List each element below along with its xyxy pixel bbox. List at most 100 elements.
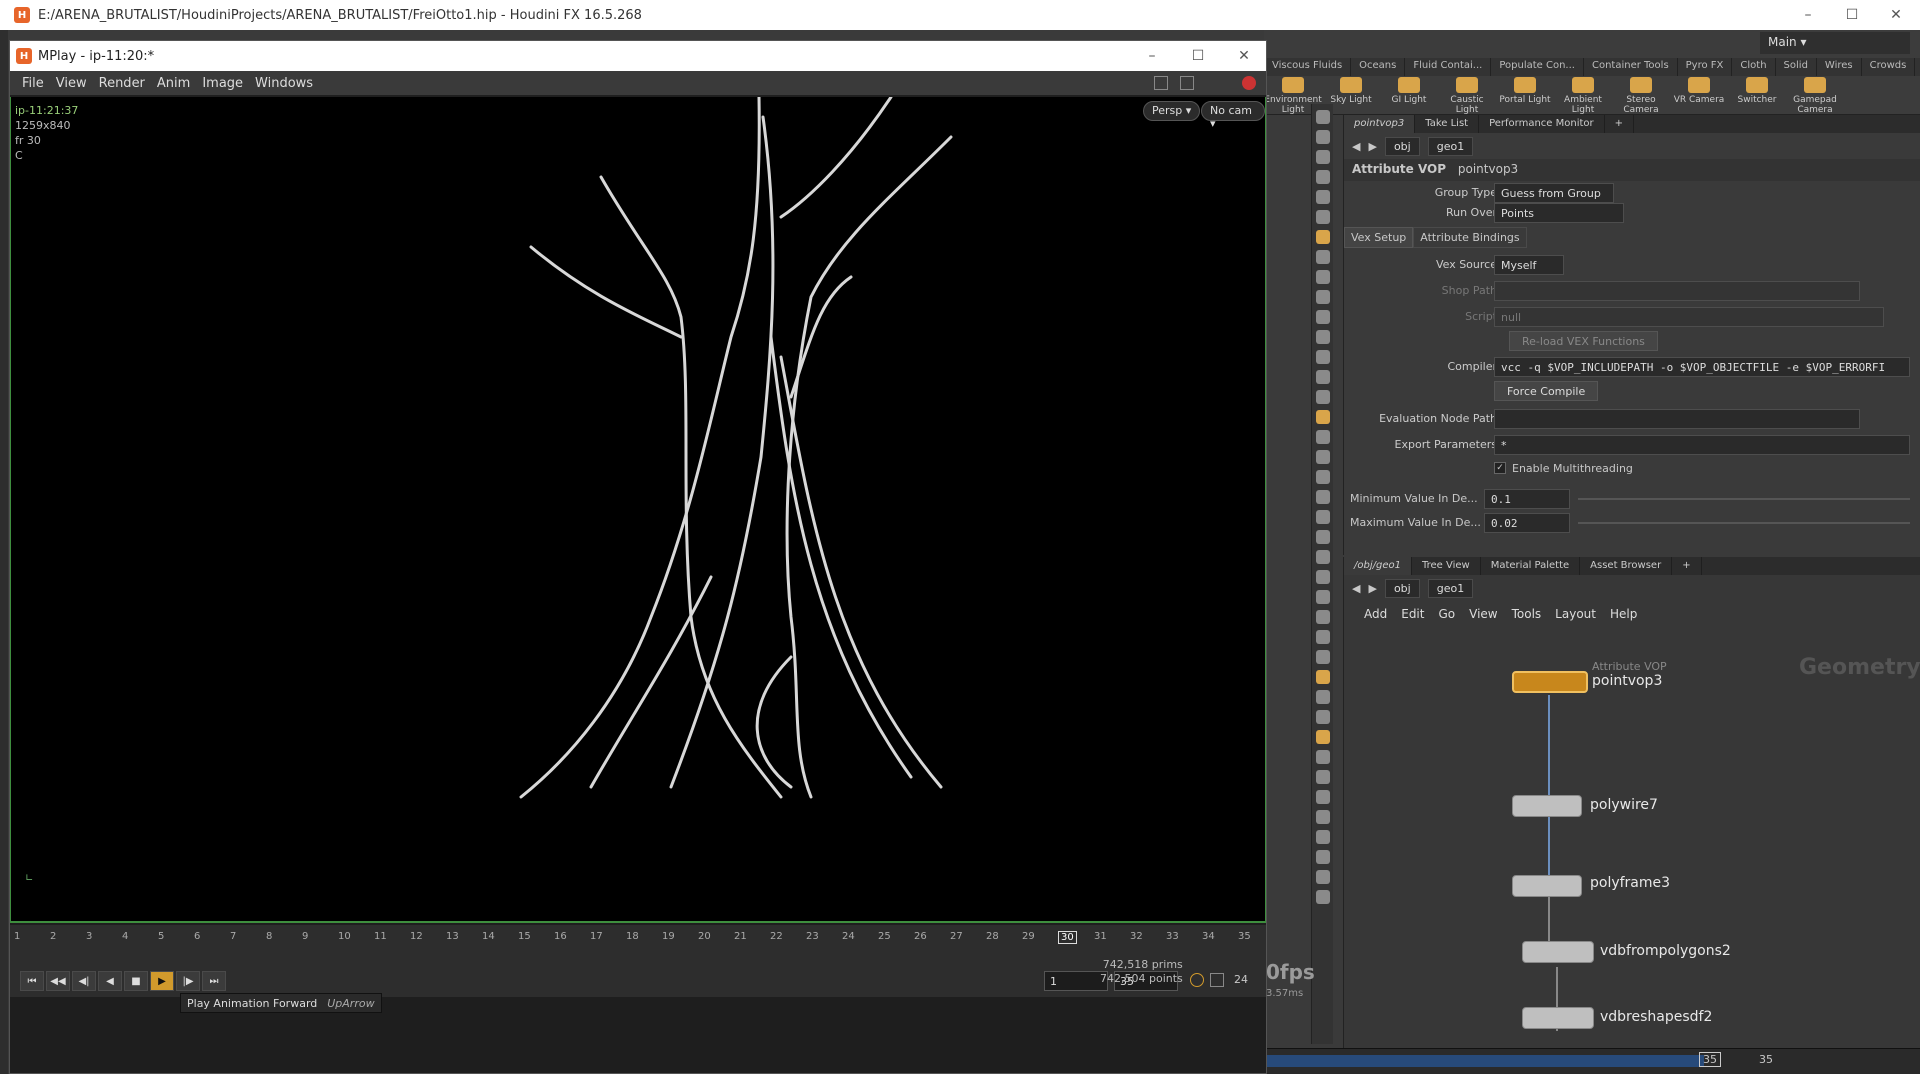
close-button[interactable]: ✕ [1874,0,1918,30]
net-menu-item[interactable]: View [1469,607,1497,627]
script-field[interactable]: null [1494,307,1884,327]
mplay-viewport[interactable]: ip-11:21:37 1259x840 fr 30 C Persp ▾ No … [10,97,1266,923]
node-pointvop3[interactable] [1512,671,1588,693]
maximize-button[interactable]: ☐ [1830,0,1874,30]
shelf-tab[interactable]: Drive Simula... [1915,58,1920,76]
add-tab-button[interactable]: + [1605,115,1635,133]
export-params-field[interactable]: * [1494,435,1910,455]
shelf-tool[interactable]: Caustic Light [1438,77,1496,115]
run-over-menu[interactable]: Points [1494,203,1624,223]
menu-image[interactable]: Image [202,76,243,91]
max-value-slider[interactable] [1578,522,1910,524]
shelf-tool[interactable]: VR Camera [1670,77,1728,115]
node-polyframe3[interactable] [1512,875,1582,897]
persp-menu[interactable]: Persp ▾ [1143,101,1201,121]
tab-tree-view[interactable]: Tree View [1412,557,1481,575]
min-value-field[interactable]: 0.1 [1484,489,1570,509]
shelf-tool[interactable]: Gamepad Camera [1786,77,1844,115]
shelf-tab[interactable]: Wires [1817,58,1862,76]
step-forward-icon[interactable]: |▶ [176,971,200,991]
toolbar-tool-icon[interactable] [1315,230,1330,244]
net-menu-item[interactable]: Help [1610,607,1637,627]
step-back-icon[interactable]: ◀| [72,971,96,991]
menu-file[interactable]: File [22,76,44,91]
tab-asset-browser[interactable]: Asset Browser [1580,557,1673,575]
net-menu-item[interactable]: Layout [1555,607,1596,627]
record-icon[interactable] [1242,76,1256,90]
menu-render[interactable]: Render [99,76,145,91]
shelf-tab[interactable]: Oceans [1351,58,1406,76]
fps-field[interactable]: 24 [1234,973,1248,986]
tab-vex-setup[interactable]: Vex Setup [1344,227,1414,248]
snapshot-icon[interactable] [1180,76,1194,90]
toolbar-tool-icon[interactable] [1315,690,1330,704]
step-back-key-icon[interactable]: ◀◀ [46,971,70,991]
toolbar-tool-icon[interactable] [1315,770,1330,784]
realtime-icon[interactable] [1190,973,1204,987]
toolbar-tool-icon[interactable] [1315,430,1330,444]
toolbar-tool-icon[interactable] [1315,350,1330,364]
toolbar-tool-icon[interactable] [1315,570,1330,584]
toolbar-tool-icon[interactable] [1315,190,1330,204]
toolbar-tool-icon[interactable] [1315,630,1330,644]
tab-attribute-bindings[interactable]: Attribute Bindings [1413,227,1527,248]
toolbar-tool-icon[interactable] [1315,670,1330,684]
play-forward-icon[interactable]: ▶ [150,971,174,991]
toolbar-tool-icon[interactable] [1315,850,1330,864]
net-menu-item[interactable]: Tools [1512,607,1542,627]
node-vdbfrompolygons2[interactable] [1522,941,1594,963]
go-to-end-icon[interactable]: ⏭ [202,971,226,991]
shop-path-field[interactable] [1494,281,1860,301]
net-forward-arrow-icon[interactable]: ▶ [1368,582,1376,595]
toolbar-tool-icon[interactable] [1315,210,1330,224]
menu-windows[interactable]: Windows [255,76,313,91]
shelf-tool[interactable]: GI Light [1380,77,1438,115]
toolbar-tool-icon[interactable] [1315,890,1330,904]
toolbar-tool-icon[interactable] [1315,750,1330,764]
vex-source-menu[interactable]: Myself [1494,255,1564,275]
shelf-tool[interactable]: Switcher [1728,77,1786,115]
shelf-tool[interactable]: Ambient Light [1554,77,1612,115]
desktop-selector[interactable]: Main ▾ [1760,32,1910,54]
shelf-tab[interactable]: Viscous Fluids [1264,58,1352,76]
start-frame-field[interactable]: 1 [1044,971,1108,991]
node-polywire7[interactable] [1512,795,1582,817]
path-crumb-geo1[interactable]: geo1 [1427,136,1474,156]
back-arrow-icon[interactable]: ◀ [1352,140,1360,153]
tab-obj-geo1[interactable]: /obj/geo1 [1344,557,1412,575]
node-name-field[interactable]: pointvop3 [1458,162,1518,176]
tab-pointvop3[interactable]: pointvop3 [1344,115,1416,133]
toolbar-tool-icon[interactable] [1315,450,1330,464]
timebar-current-frame[interactable]: 35 [1699,1052,1721,1067]
shelf-tab[interactable]: Container Tools [1584,58,1678,76]
toolbar-tool-icon[interactable] [1315,730,1330,744]
path-crumb-obj[interactable]: obj [1384,136,1420,156]
net-menu-item[interactable]: Go [1438,607,1455,627]
force-compile-button[interactable]: Force Compile [1494,381,1599,401]
net-menu-item[interactable]: Edit [1401,607,1424,627]
mplay-minimize-button[interactable]: – [1130,41,1174,71]
toolbar-tool-icon[interactable] [1315,270,1330,284]
tab-material-palette[interactable]: Material Palette [1481,557,1581,575]
toolbar-tool-icon[interactable] [1315,290,1330,304]
min-value-slider[interactable] [1578,498,1910,500]
toolbar-tool-icon[interactable] [1315,870,1330,884]
go-to-start-icon[interactable]: ⏮ [20,971,44,991]
toolbar-tool-icon[interactable] [1315,370,1330,384]
toolbar-tool-icon[interactable] [1315,490,1330,504]
toolbar-tool-icon[interactable] [1315,530,1330,544]
mplay-frame-ruler[interactable]: 1 2 3 4 5 6 7 8 9 10 11 12 13 14 15 16 17 18 19 20 21 22 23 24 2… [10,925,1266,965]
shelf-tool[interactable]: Stereo Camera [1612,77,1670,115]
mplay-maximize-button[interactable]: ☐ [1176,41,1220,71]
eval-node-path-field[interactable] [1494,409,1860,429]
tab-take-list[interactable]: Take List [1415,115,1480,133]
toolbar-tool-icon[interactable] [1315,790,1330,804]
reload-vex-button[interactable]: Re-load VEX Functions [1509,331,1658,351]
shelf-tab[interactable]: Fluid Contai... [1405,58,1492,76]
toolbar-tool-icon[interactable] [1315,110,1330,124]
menu-anim[interactable]: Anim [157,76,190,91]
group-type-menu[interactable]: Guess from Group [1494,183,1614,203]
toolbar-tool-icon[interactable] [1315,710,1330,724]
shelf-tab[interactable]: Pyro FX [1678,58,1733,76]
toolbar-tool-icon[interactable] [1315,810,1330,824]
